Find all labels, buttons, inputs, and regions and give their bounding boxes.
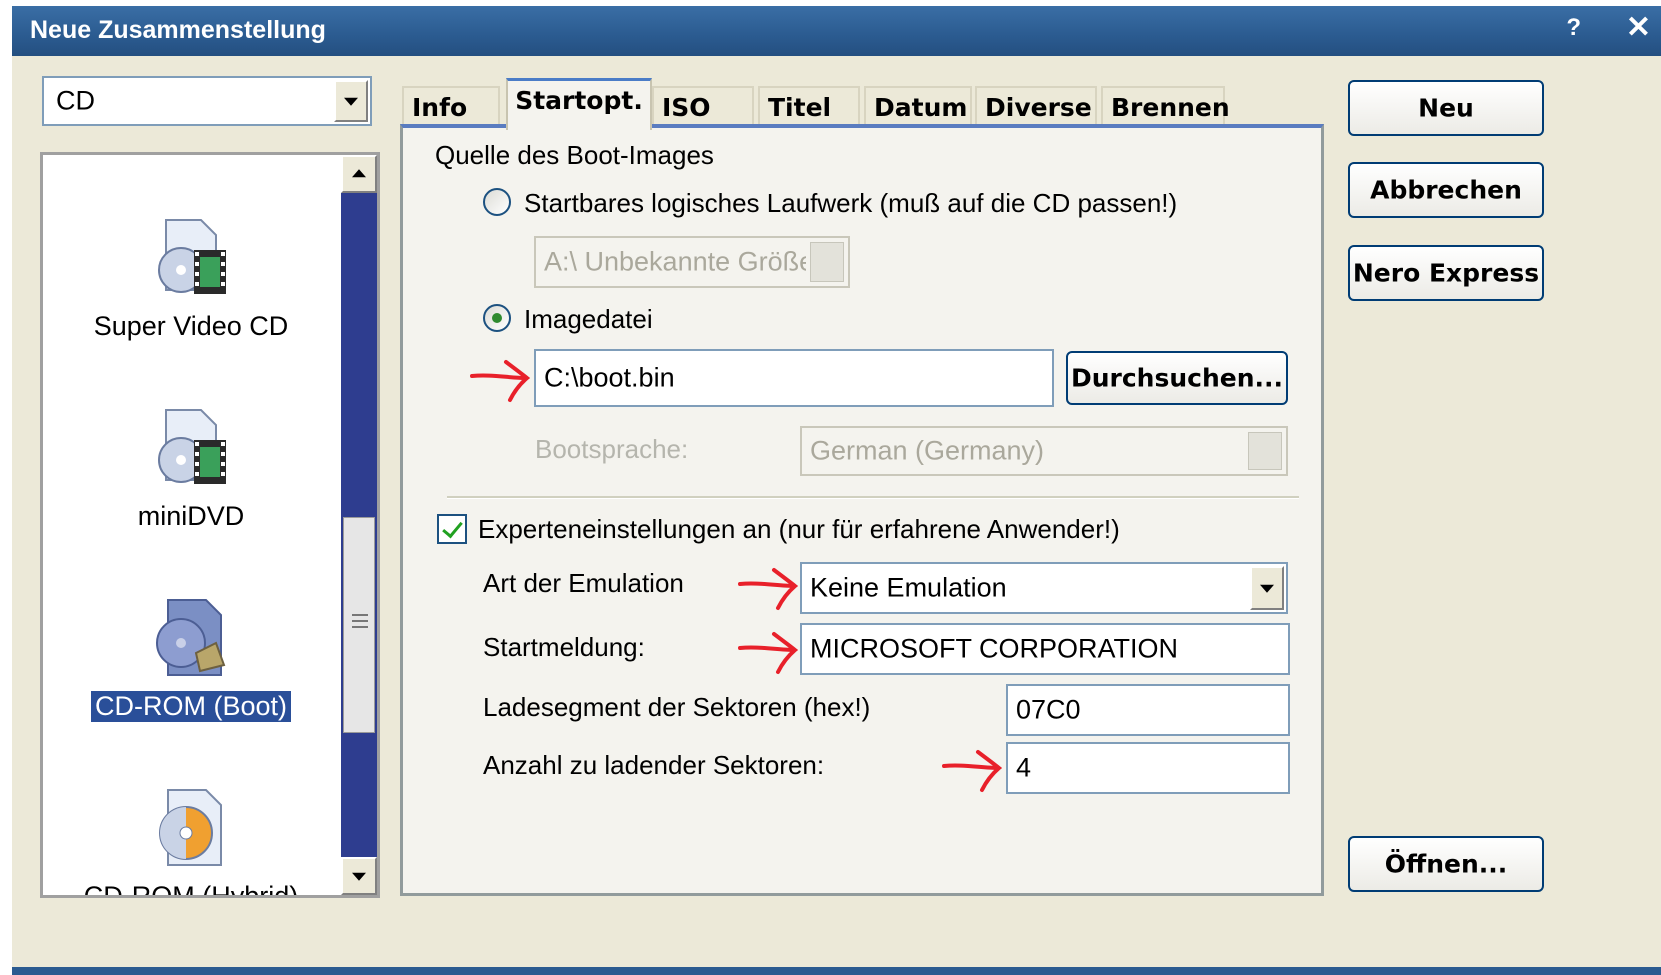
scroll-thumb[interactable] bbox=[343, 517, 375, 733]
open-button[interactable]: Öffnen... bbox=[1348, 836, 1544, 892]
cancel-button[interactable]: Abbrechen bbox=[1348, 162, 1544, 218]
list-scrollbar[interactable] bbox=[341, 155, 377, 895]
tab-diverse[interactable]: Diverse bbox=[975, 86, 1097, 128]
title-bar: Neue Zusammenstellung ? ✕ bbox=[12, 6, 1661, 56]
tab-startopt[interactable]: Startopt. bbox=[506, 78, 652, 130]
radio-boot-drive-label: Startbares logisches Laufwerk (muß auf d… bbox=[524, 188, 1178, 218]
list-item[interactable]: Super Video CD bbox=[43, 215, 339, 342]
hybrid-cd-icon bbox=[146, 785, 236, 875]
boot-language-combo: German (Germany) bbox=[800, 426, 1288, 476]
media-type-value: CD bbox=[56, 85, 95, 116]
tab-brennen[interactable]: Brennen bbox=[1101, 86, 1230, 128]
expert-settings-checkbox[interactable] bbox=[437, 514, 467, 544]
emulation-combo[interactable]: Keine Emulation bbox=[800, 562, 1288, 614]
browse-button[interactable]: Durchsuchen... bbox=[1066, 351, 1288, 405]
boot-language-label: Bootsprache: bbox=[535, 434, 689, 464]
list-item-label: Super Video CD bbox=[93, 311, 289, 341]
project-type-list[interactable]: Super Video CD miniDVD CD-ROM (Boot) CD-… bbox=[40, 152, 380, 898]
list-item-label: CD-ROM (Hybrid) bbox=[83, 881, 299, 898]
tab-info[interactable]: Info bbox=[402, 86, 500, 128]
tab-iso[interactable]: ISO bbox=[652, 86, 754, 128]
boot-message-field[interactable]: MICROSOFT CORPORATION bbox=[800, 623, 1290, 675]
chevron-down-icon[interactable] bbox=[334, 80, 368, 122]
scroll-up-icon[interactable] bbox=[341, 155, 377, 193]
tab-datum[interactable]: Datum bbox=[864, 86, 972, 128]
window-border bbox=[12, 967, 1661, 975]
annotation-arrow-icon bbox=[942, 750, 1002, 792]
window-title: Neue Zusammenstellung bbox=[30, 16, 326, 44]
list-item-label: miniDVD bbox=[137, 501, 245, 531]
sector-count-field[interactable]: 4 bbox=[1006, 742, 1290, 794]
radio-image-file-label: Imagedatei bbox=[524, 304, 653, 334]
load-segment-field[interactable]: 07C0 bbox=[1006, 684, 1290, 736]
dialog-window: Neue Zusammenstellung ? ✕ CD Super Video… bbox=[12, 6, 1661, 975]
new-button[interactable]: Neu bbox=[1348, 80, 1544, 136]
emulation-label: Art der Emulation bbox=[483, 568, 684, 598]
list-item-selected[interactable]: CD-ROM (Boot) bbox=[43, 595, 339, 722]
boot-source-group-label: Quelle des Boot-Images bbox=[435, 140, 714, 170]
sector-count-label: Anzahl zu ladender Sektoren: bbox=[483, 750, 825, 780]
list-item[interactable]: CD-ROM (Hybrid) bbox=[43, 785, 339, 898]
radio-boot-drive[interactable] bbox=[483, 188, 511, 216]
boot-drive-combo: A:\ Unbekannte Größe bbox=[534, 236, 850, 288]
boot-message-label: Startmeldung: bbox=[483, 632, 645, 662]
chevron-down-icon bbox=[1248, 432, 1282, 470]
scroll-down-icon[interactable] bbox=[341, 857, 377, 895]
media-type-combo[interactable]: CD bbox=[42, 76, 372, 126]
chevron-down-icon[interactable] bbox=[1250, 566, 1284, 610]
radio-image-file[interactable] bbox=[483, 304, 511, 332]
annotation-arrow-icon bbox=[738, 568, 798, 610]
load-segment-label: Ladesegment der Sektoren (hex!) bbox=[483, 692, 871, 722]
video-cd-icon bbox=[146, 215, 236, 305]
help-icon[interactable]: ? bbox=[1566, 14, 1581, 42]
list-item[interactable]: miniDVD bbox=[43, 405, 339, 532]
annotation-arrow-icon bbox=[738, 632, 798, 674]
annotation-arrow-icon bbox=[470, 360, 530, 402]
list-item-label: CD-ROM (Boot) bbox=[90, 691, 291, 722]
video-disc-icon bbox=[146, 405, 236, 495]
chevron-down-icon bbox=[810, 242, 844, 282]
image-path-field[interactable]: C:\boot.bin bbox=[534, 349, 1054, 407]
boot-cd-icon bbox=[146, 595, 236, 685]
tab-titel[interactable]: Titel bbox=[758, 86, 860, 128]
close-icon[interactable]: ✕ bbox=[1626, 10, 1651, 45]
checkmark-icon bbox=[442, 516, 463, 539]
expert-settings-label: Experteneinstellungen an (nur für erfahr… bbox=[478, 514, 1120, 544]
nero-express-button[interactable]: Nero Express bbox=[1348, 245, 1544, 301]
divider bbox=[447, 496, 1299, 499]
